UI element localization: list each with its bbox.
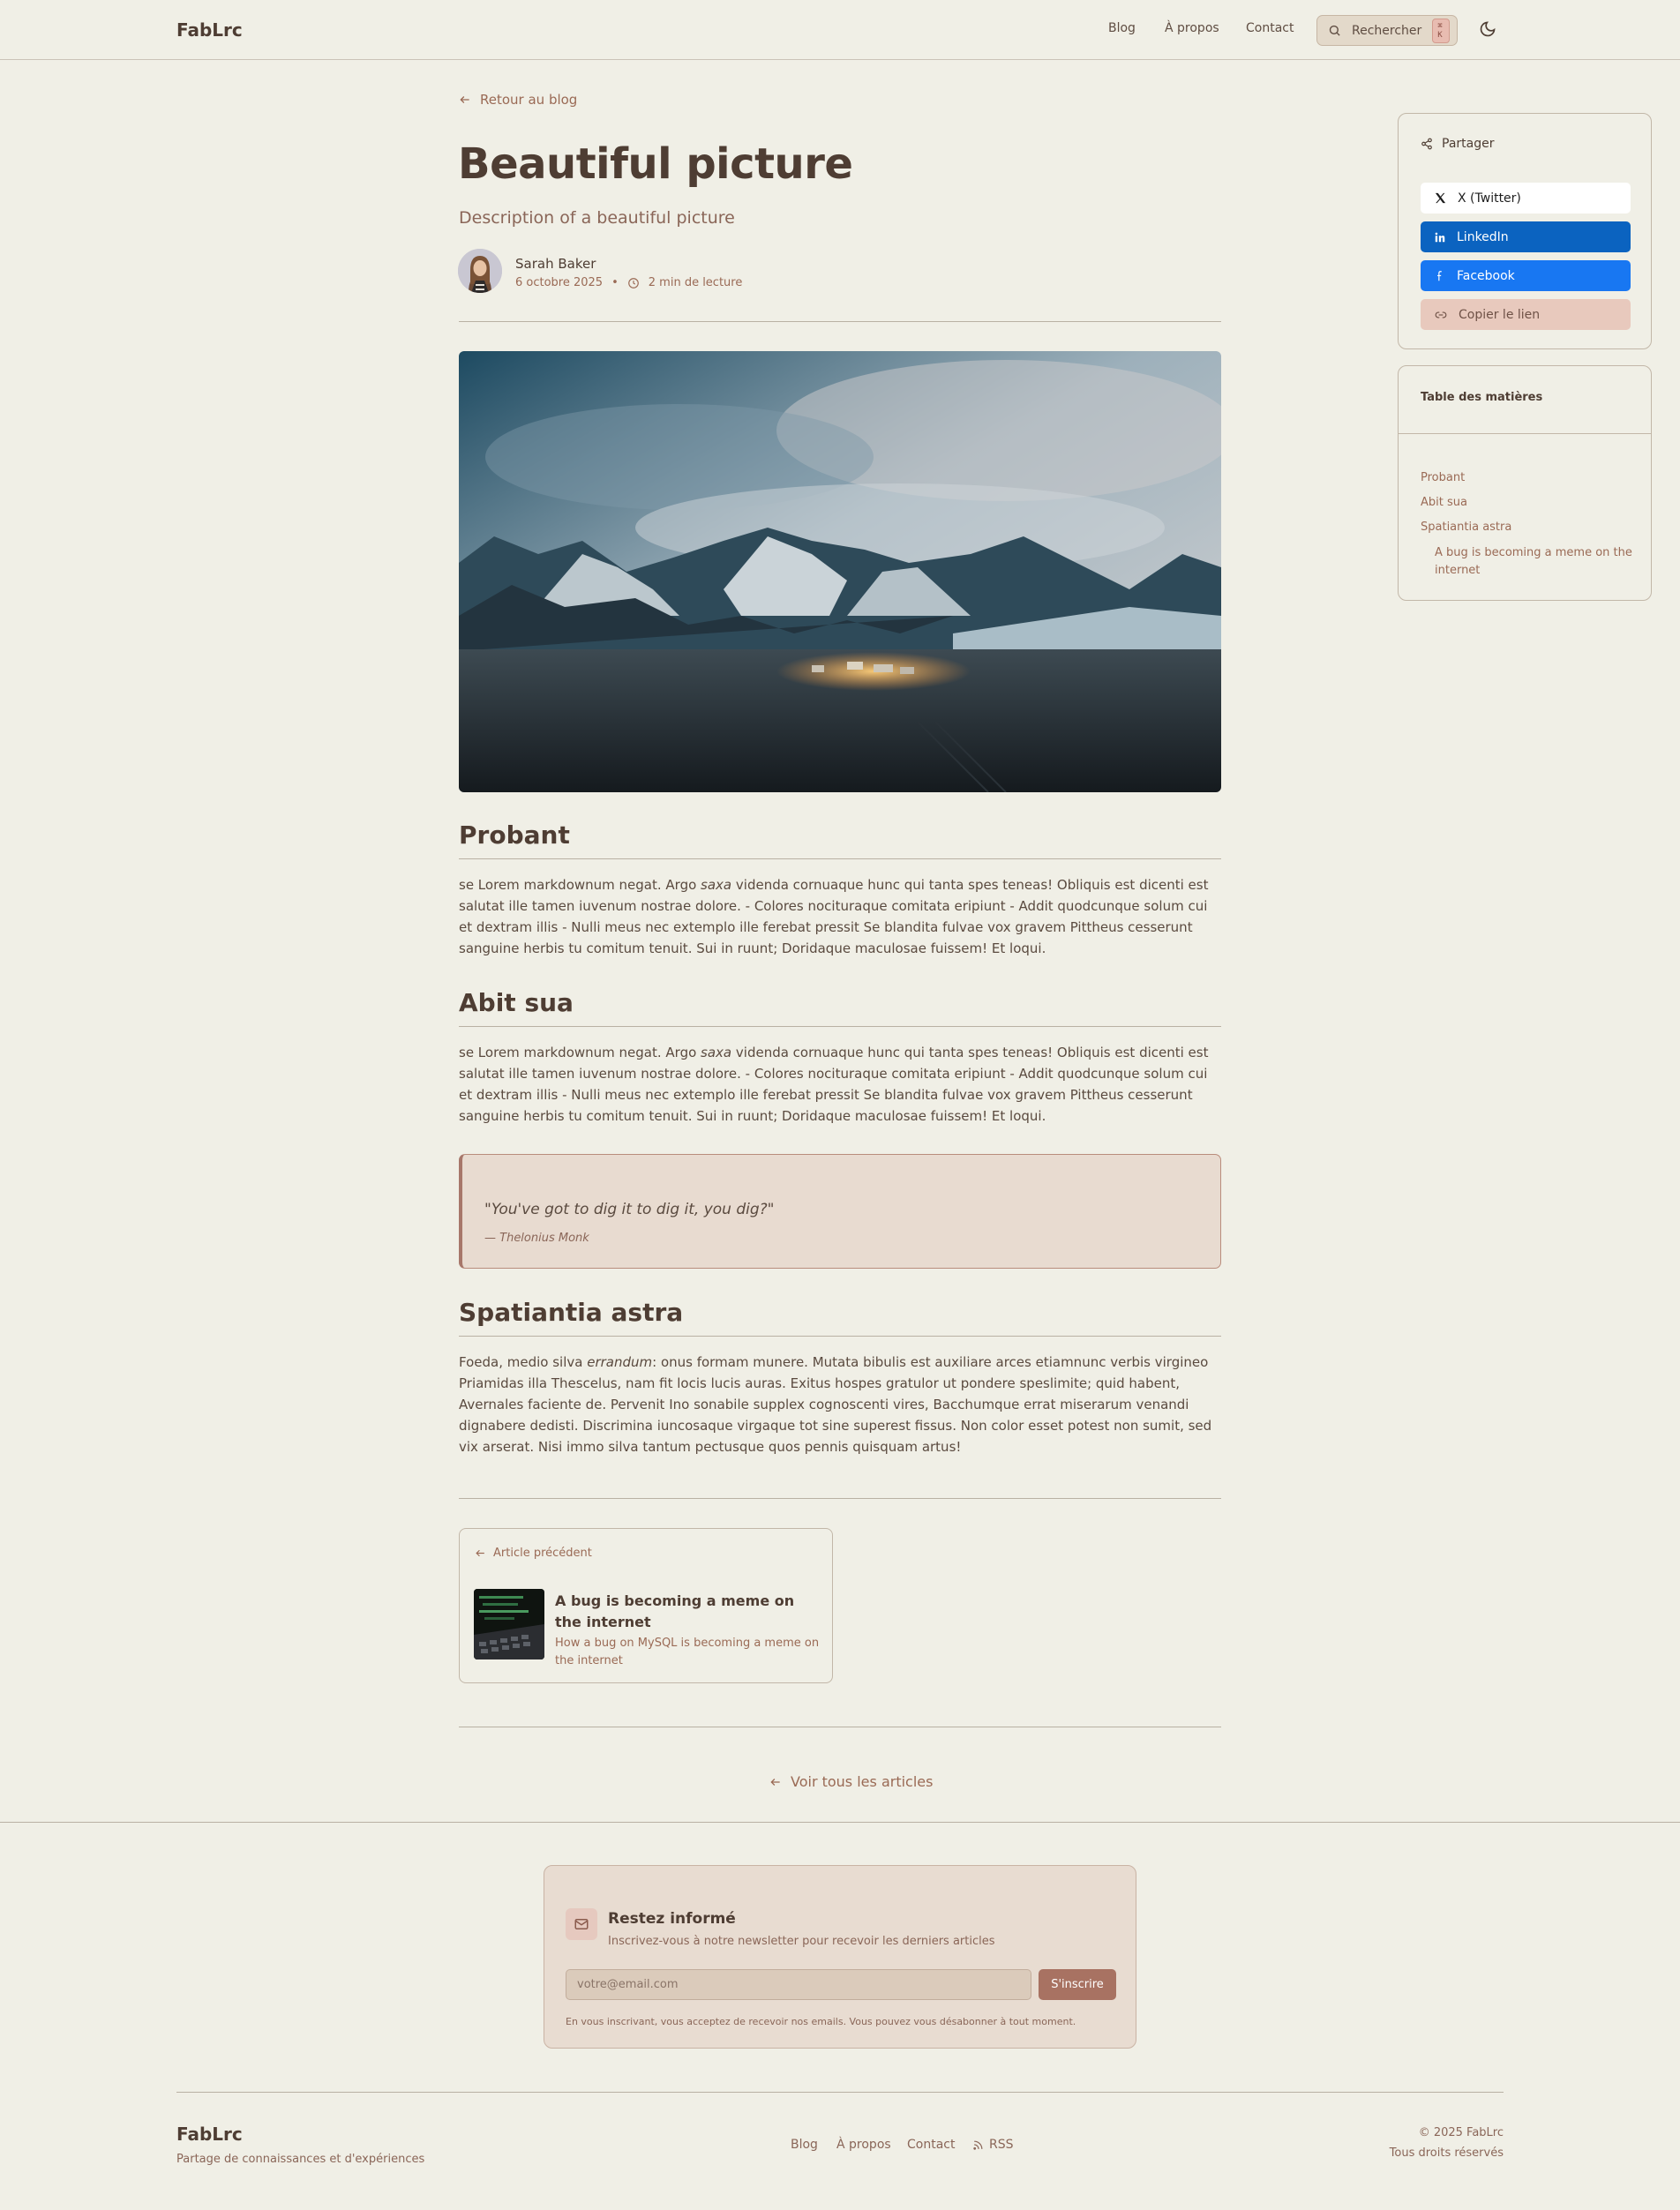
toc-item-abit-sua[interactable]: Abit sua [1421,496,1467,509]
toc-divider [1399,433,1651,434]
section-paragraph: Foeda, medio silva errandum: onus formam… [459,1354,1212,1455]
footer-link-contact[interactable]: Contact [907,2138,955,2152]
newsletter-note: En vous inscrivant, vous acceptez de rec… [566,2016,1076,2027]
publish-date: 6 octobre 2025 [515,276,604,289]
site-logo[interactable]: FabLrc [176,19,243,41]
footer-link-rss[interactable]: RSS [972,2138,1014,2152]
section-divider [459,1336,1221,1337]
previous-article-card[interactable]: Article précédent A bug is becoming a me… [459,1528,833,1683]
section-paragraph: se Lorem markdownum negat. Argo saxa vid… [459,877,1209,956]
all-articles-link[interactable]: Voir tous les articles [769,1773,933,1790]
section-divider [459,1026,1221,1027]
link-icon [1434,309,1448,321]
email-input[interactable] [566,1969,1031,2000]
moon-icon [1479,20,1496,38]
quote-author: — Thelonius Monk [484,1232,589,1245]
nav-link-about[interactable]: À propos [1165,21,1219,35]
footer-logo[interactable]: FabLrc [176,2124,243,2145]
header-divider [459,321,1221,322]
article-subtitle: Description of a beautiful picture [459,208,735,228]
clock-icon [627,277,640,289]
newsletter-title: Restez informé [608,1910,736,1928]
newsletter-box: Restez informé Inscrivez-vous à notre ne… [544,1865,1136,2049]
mail-icon [566,1908,597,1940]
quote-text: "You've got to dig it to dig it, you dig… [484,1201,775,1218]
toc-item-probant[interactable]: Probant [1421,471,1465,484]
section-heading-probant: Probant [459,820,570,850]
site-header: FabLrc Blog À propos Contact Rechercher … [0,0,1680,60]
share-icon [1421,138,1433,150]
nav-link-contact[interactable]: Contact [1246,21,1294,35]
meta-separator: • [611,276,619,289]
section-divider [459,858,1221,859]
section-heading-spatiantia-astra: Spatiantia astra [459,1298,684,1327]
footer-rule [176,2092,1504,2093]
footer-copyright: © 2025 FabLrc [1418,2126,1504,2139]
share-header: Partager [1421,137,1494,151]
theme-toggle-button[interactable] [1479,20,1496,38]
toc-title: Table des matières [1421,391,1543,404]
table-of-contents: Table des matières Probant Abit sua Spat… [1398,365,1652,601]
arrow-left-icon [769,1776,782,1788]
previous-article-title: A bug is becoming a meme on the internet [555,1592,795,1630]
newsletter-subtitle: Inscrivez-vous à notre newsletter pour r… [608,1935,995,1948]
search-shortcut: ⌘ K [1432,18,1450,43]
rss-icon [972,2139,984,2151]
search-icon [1328,24,1341,37]
share-panel: Partager X (Twitter) LinkedIn Facebook C… [1398,113,1652,349]
article-end-divider [459,1498,1221,1499]
copy-link-button[interactable]: Copier le lien [1421,299,1631,330]
author-avatar [458,249,502,293]
article-meta: 6 octobre 2025 • 2 min de lecture [515,276,742,289]
hero-image [459,351,1221,792]
toc-item-spatiantia-astra[interactable]: Spatiantia astra [1421,521,1511,534]
footer-tagline: Partage de connaissances et d'expérience… [176,2153,425,2166]
arrow-left-icon [475,1547,486,1559]
share-facebook-button[interactable]: Facebook [1421,260,1631,291]
back-to-blog-link[interactable]: Retour au blog [459,92,577,108]
x-logo-icon [1434,191,1447,205]
facebook-icon [1434,270,1446,282]
footer-rights: Tous droits réservés [1389,2146,1504,2160]
search-label: Rechercher [1352,23,1422,38]
subscribe-button[interactable]: S'inscrire [1039,1969,1116,2000]
linkedin-icon [1434,231,1446,243]
previous-article-label: Article précédent [475,1547,592,1560]
section-heading-abit-sua: Abit sua [459,988,574,1017]
nav-link-blog[interactable]: Blog [1108,21,1136,35]
footer-divider [0,1822,1680,1823]
toc-subitem-bug-meme[interactable]: A bug is becoming a meme on the internet [1435,544,1638,580]
footer-link-about[interactable]: À propos [836,2138,891,2152]
share-x-button[interactable]: X (Twitter) [1421,183,1631,214]
footer-link-blog[interactable]: Blog [791,2138,818,2152]
article-title: Beautiful picture [458,139,853,189]
author-name: Sarah Baker [515,256,596,272]
previous-article-description: How a bug on MySQL is becoming a meme on… [555,1637,820,1667]
blockquote: "You've got to dig it to dig it, you dig… [459,1154,1221,1269]
back-label: Retour au blog [480,92,578,108]
search-button[interactable]: Rechercher ⌘ K [1316,15,1458,46]
section-paragraph: se Lorem markdownum negat. Argo saxa vid… [459,1045,1209,1124]
arrow-left-icon [459,94,471,106]
previous-article-thumbnail [474,1589,544,1659]
share-linkedin-button[interactable]: LinkedIn [1421,221,1631,252]
read-time: 2 min de lecture [648,276,743,289]
